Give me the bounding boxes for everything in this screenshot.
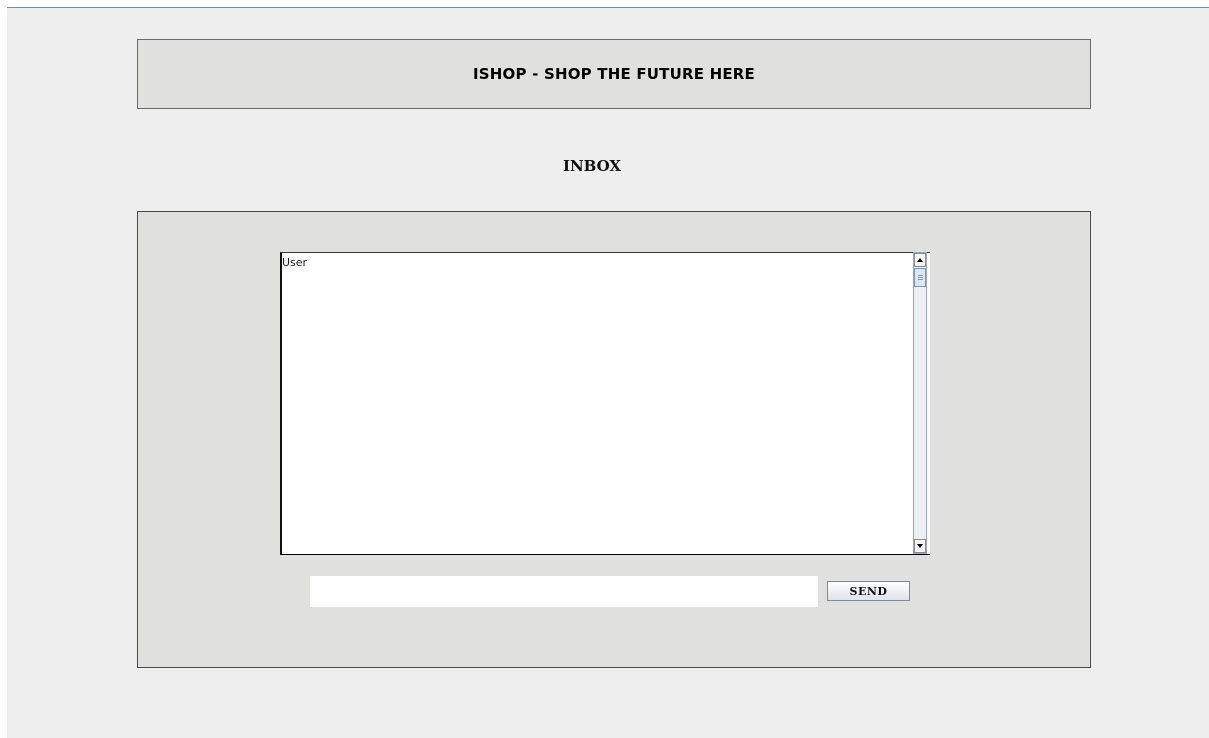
header-banner: ISHOP - SHOP THE FUTURE HERE [137,39,1091,109]
chevron-up-icon [917,258,923,262]
scroll-up-button[interactable] [914,253,926,267]
grip-line-icon [918,279,923,280]
grip-line-icon [918,277,923,278]
message-input[interactable] [310,576,818,607]
app-window: ISHOP - SHOP THE FUTURE HERE INBOX User … [7,7,1209,738]
chevron-down-icon [917,544,923,548]
send-button[interactable]: SEND [827,581,910,601]
app-title: ISHOP - SHOP THE FUTURE HERE [473,65,755,83]
message-log[interactable]: User [280,252,930,555]
scroll-down-button[interactable] [914,539,926,553]
message-log-scrollbar[interactable] [913,252,927,554]
grip-line-icon [918,275,923,276]
scroll-thumb[interactable] [914,268,926,287]
page-title: INBOX [562,157,622,175]
message-log-text: User [282,256,308,269]
inbox-panel: User SEND [137,211,1091,668]
